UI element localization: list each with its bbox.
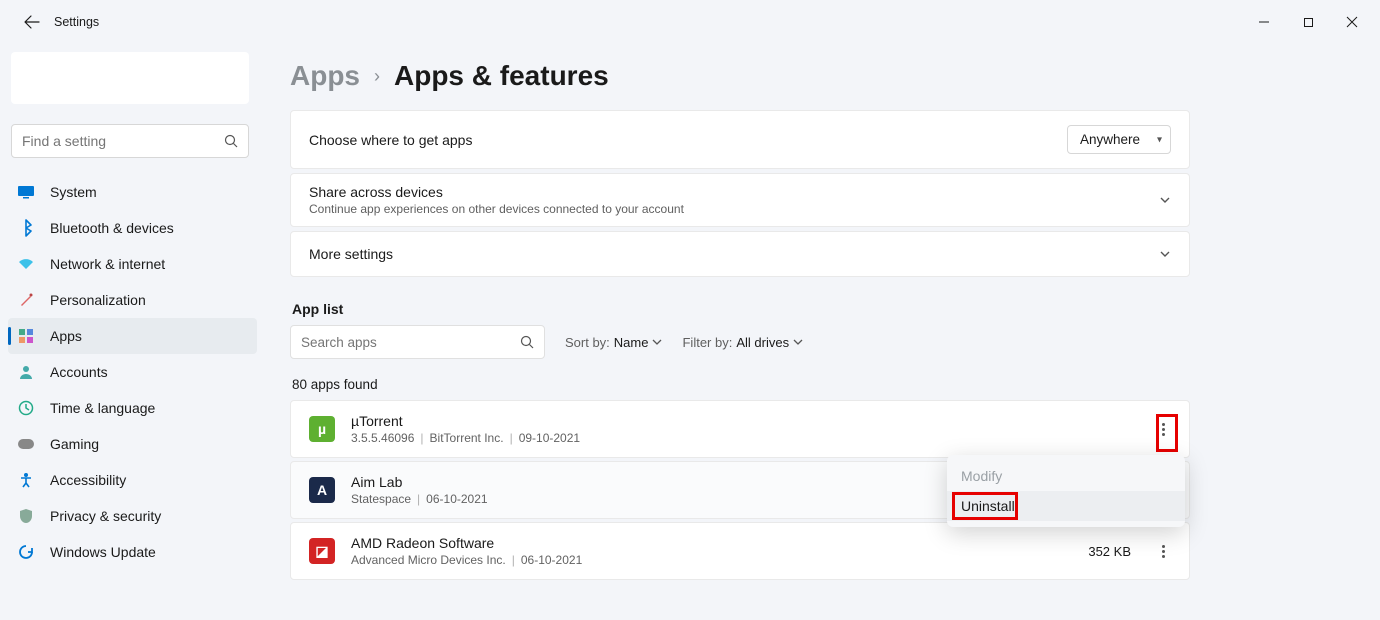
card-title: More settings [309, 246, 393, 262]
search-input[interactable] [22, 133, 224, 149]
sidebar: System Bluetooth & devices Network & int… [0, 44, 265, 620]
sort-label: Sort by: [565, 335, 610, 350]
user-box[interactable] [11, 52, 249, 104]
context-item-modify: Modify [947, 461, 1185, 491]
annotation-highlight [1156, 414, 1178, 452]
nav-label: Privacy & security [50, 508, 161, 524]
nav-label: Personalization [50, 292, 146, 308]
search-apps-input[interactable] [301, 335, 520, 350]
chevron-down-icon [652, 337, 662, 347]
apps-count: 80 apps found [292, 377, 1190, 392]
card-subtitle: Continue app experiences on other device… [309, 202, 684, 216]
nav-item-apps[interactable]: Apps [8, 318, 257, 354]
nav-list: System Bluetooth & devices Network & int… [8, 174, 257, 570]
select-value: Anywhere [1080, 132, 1140, 147]
app-subline: Advanced Micro Devices Inc.|06-10-2021 [351, 553, 582, 567]
chevron-down-icon: ▾ [1157, 134, 1162, 145]
app-row-utorrent[interactable]: µ µTorrent 3.5.5.46096|BitTorrent Inc.|0… [290, 400, 1190, 458]
nav-label: Accessibility [50, 472, 126, 488]
app-subline: 3.5.5.46096|BitTorrent Inc.|09-10-2021 [351, 431, 580, 445]
accessibility-icon [16, 470, 36, 490]
card-more-settings[interactable]: More settings [290, 231, 1190, 277]
bluetooth-icon [16, 218, 36, 238]
nav-item-time[interactable]: Time & language [8, 390, 257, 426]
app-title: Settings [54, 15, 99, 29]
nav-label: System [50, 184, 97, 200]
network-icon [16, 254, 36, 274]
main-content: Apps › Apps & features Choose where to g… [265, 44, 1380, 620]
personalization-icon [16, 290, 36, 310]
app-icon: ◪ [309, 538, 335, 564]
page-title: Apps & features [394, 60, 609, 92]
nav-item-gaming[interactable]: Gaming [8, 426, 257, 462]
breadcrumb-parent[interactable]: Apps [290, 60, 360, 92]
chevron-right-icon: › [374, 66, 380, 87]
nav-label: Network & internet [50, 256, 165, 272]
card-share-devices[interactable]: Share across devices Continue app experi… [290, 173, 1190, 227]
app-icon: A [309, 477, 335, 503]
section-label: App list [292, 301, 1190, 317]
close-button[interactable] [1330, 6, 1374, 38]
nav-item-accessibility[interactable]: Accessibility [8, 462, 257, 498]
app-name: AMD Radeon Software [351, 535, 582, 551]
close-icon [1346, 16, 1358, 28]
system-icon [16, 182, 36, 202]
filter-dropdown[interactable]: Filter by: All drives [682, 335, 803, 350]
apps-icon [16, 326, 36, 346]
update-icon [16, 542, 36, 562]
arrow-left-icon [24, 14, 40, 30]
filter-label: Filter by: [682, 335, 732, 350]
card-title: Choose where to get apps [309, 132, 472, 148]
app-row-amd[interactable]: ◪ AMD Radeon Software Advanced Micro Dev… [290, 522, 1190, 580]
nav-label: Bluetooth & devices [50, 220, 174, 236]
nav-label: Time & language [50, 400, 155, 416]
search-apps-field[interactable] [290, 325, 545, 359]
sort-dropdown[interactable]: Sort by: Name [565, 335, 662, 350]
app-more-button[interactable] [1155, 541, 1171, 562]
sort-value: Name [614, 335, 649, 350]
app-name: µTorrent [351, 413, 580, 429]
nav-label: Accounts [50, 364, 108, 380]
back-button[interactable] [20, 10, 44, 34]
minimize-icon [1258, 16, 1270, 28]
get-apps-select[interactable]: Anywhere ▾ [1067, 125, 1171, 154]
search-icon [520, 335, 534, 349]
search-field[interactable] [11, 124, 249, 158]
minimize-button[interactable] [1242, 6, 1286, 38]
nav-item-bluetooth[interactable]: Bluetooth & devices [8, 210, 257, 246]
annotation-highlight [952, 492, 1018, 520]
app-name: Aim Lab [351, 474, 488, 490]
gaming-icon [16, 434, 36, 454]
chevron-down-icon [1159, 194, 1171, 206]
filter-value: All drives [736, 335, 789, 350]
titlebar: Settings [0, 0, 1380, 44]
maximize-button[interactable] [1286, 6, 1330, 38]
search-icon [224, 134, 238, 148]
nav-item-privacy[interactable]: Privacy & security [8, 498, 257, 534]
breadcrumb: Apps › Apps & features [290, 52, 1190, 110]
nav-item-network[interactable]: Network & internet [8, 246, 257, 282]
nav-item-update[interactable]: Windows Update [8, 534, 257, 570]
nav-label: Windows Update [50, 544, 156, 560]
nav-item-personalization[interactable]: Personalization [8, 282, 257, 318]
app-icon: µ [309, 416, 335, 442]
card-title: Share across devices [309, 184, 684, 200]
filter-row: Sort by: Name Filter by: All drives [290, 325, 1190, 359]
nav-item-accounts[interactable]: Accounts [8, 354, 257, 390]
time-icon [16, 398, 36, 418]
app-subline: Statespace|06-10-2021 [351, 492, 488, 506]
app-size: 352 KB [1088, 544, 1131, 559]
accounts-icon [16, 362, 36, 382]
context-menu: Modify Uninstall [947, 455, 1185, 527]
nav-label: Gaming [50, 436, 99, 452]
card-get-apps[interactable]: Choose where to get apps Anywhere ▾ [290, 110, 1190, 169]
nav-item-system[interactable]: System [8, 174, 257, 210]
privacy-icon [16, 506, 36, 526]
nav-label: Apps [50, 328, 82, 344]
chevron-down-icon [1159, 248, 1171, 260]
maximize-icon [1303, 17, 1314, 28]
chevron-down-icon [793, 337, 803, 347]
